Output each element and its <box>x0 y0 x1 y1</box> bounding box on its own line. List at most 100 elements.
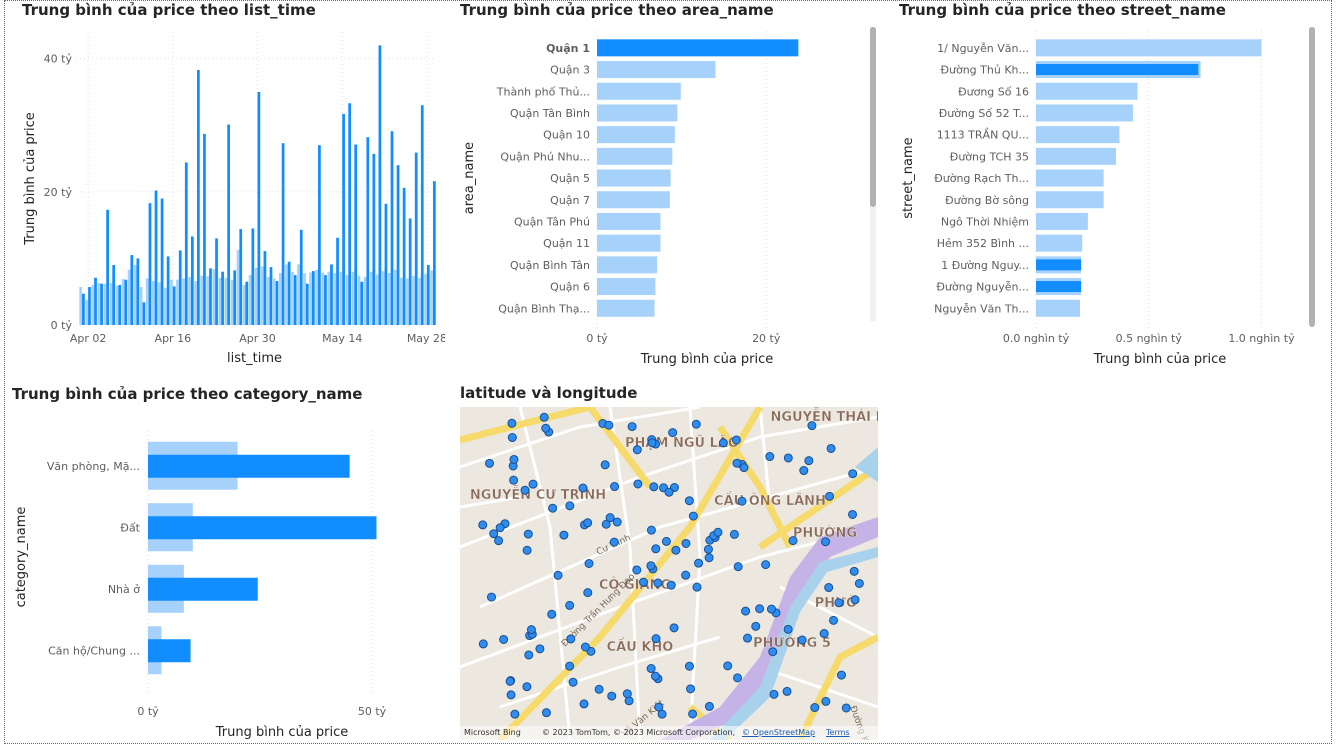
bar-series-light[interactable] <box>212 269 216 325</box>
bar-series-dark[interactable] <box>233 270 237 325</box>
bar-series-dark[interactable] <box>172 286 176 325</box>
bar[interactable] <box>597 212 661 230</box>
bar-series-dark[interactable] <box>336 237 339 325</box>
bar-series-light[interactable] <box>224 277 228 325</box>
map-point[interactable] <box>653 578 663 588</box>
map-point[interactable] <box>850 595 860 605</box>
map-point[interactable] <box>566 634 576 644</box>
bar[interactable] <box>1036 169 1104 187</box>
bar-series-dark[interactable] <box>433 181 436 325</box>
map-point[interactable] <box>718 438 728 448</box>
map-point[interactable] <box>612 517 622 527</box>
map-point[interactable] <box>692 582 702 592</box>
bar-series-light[interactable] <box>412 275 415 325</box>
map-point[interactable] <box>649 482 659 492</box>
bar-series-light[interactable] <box>200 275 204 325</box>
map-point[interactable] <box>506 690 516 700</box>
map-point[interactable] <box>528 479 538 489</box>
map-point[interactable] <box>622 689 632 699</box>
bar-series-light[interactable] <box>115 285 119 325</box>
bar-series-dark[interactable] <box>100 283 103 325</box>
bar-series-light[interactable] <box>109 283 113 325</box>
bar-series-light[interactable] <box>133 265 137 325</box>
map-point[interactable] <box>547 609 557 619</box>
bar-series-dark[interactable] <box>197 69 200 325</box>
bar-series-dark[interactable] <box>142 302 146 325</box>
map-point[interactable] <box>834 598 844 608</box>
map-point[interactable] <box>553 570 563 580</box>
bar-series-dark[interactable] <box>318 145 321 325</box>
map-point[interactable] <box>485 458 495 468</box>
bar[interactable] <box>1036 234 1083 252</box>
bar-series-dark[interactable] <box>263 251 267 325</box>
map-point[interactable] <box>650 671 660 681</box>
category-name-chart[interactable]: 0 tỷ 50 tỷ Văn phòng, Mặ... Đất Nhà ở Căn hộ/… <box>0 405 440 745</box>
map-point[interactable] <box>782 686 792 696</box>
bar-series-dark[interactable] <box>190 236 194 325</box>
bar-series-light[interactable] <box>85 299 89 325</box>
map-point[interactable] <box>797 635 807 645</box>
bar-series-dark[interactable] <box>148 454 350 478</box>
map-point[interactable] <box>524 650 534 660</box>
bar-series-light[interactable] <box>97 283 101 325</box>
map-point[interactable] <box>605 513 615 523</box>
map-point[interactable] <box>489 529 499 539</box>
map-point[interactable] <box>713 527 723 537</box>
map-point[interactable] <box>694 558 704 568</box>
bar-series-dark[interactable] <box>130 255 134 325</box>
map-point[interactable] <box>579 699 589 709</box>
map-point[interactable] <box>594 684 604 694</box>
map-point[interactable] <box>755 604 765 614</box>
map-point[interactable] <box>828 615 838 625</box>
bar-series-dark[interactable] <box>82 293 85 325</box>
map-point[interactable] <box>509 454 519 464</box>
bar-series-dark[interactable] <box>408 218 412 325</box>
map-point[interactable] <box>768 647 778 657</box>
map-point[interactable] <box>607 691 617 701</box>
map-point[interactable] <box>632 565 642 575</box>
bar-series-light[interactable] <box>406 278 409 325</box>
bar-series-light[interactable] <box>418 277 421 325</box>
bar-series-light[interactable] <box>291 271 294 325</box>
map-point[interactable] <box>651 544 661 554</box>
map-point[interactable] <box>535 644 545 654</box>
map-point[interactable] <box>733 673 743 683</box>
bar-series-light[interactable] <box>345 275 349 325</box>
bar-series-dark[interactable] <box>366 137 370 325</box>
bar-series-light[interactable] <box>369 271 373 325</box>
bar-series-dark[interactable] <box>154 190 158 325</box>
map-point[interactable] <box>505 676 515 686</box>
map-point[interactable] <box>499 634 509 644</box>
map-point[interactable] <box>580 642 590 652</box>
bar-series-dark[interactable] <box>136 258 140 325</box>
bar-series-light[interactable] <box>387 273 391 325</box>
map-point[interactable] <box>522 682 532 692</box>
bar-series-dark[interactable] <box>384 203 388 325</box>
bar-series-light[interactable] <box>327 271 331 325</box>
bar-series-light[interactable] <box>182 278 185 325</box>
map-point[interactable] <box>627 422 637 432</box>
map-point[interactable] <box>788 536 798 546</box>
bar-series-light[interactable] <box>176 279 179 325</box>
bar-highlight[interactable] <box>1036 259 1082 271</box>
map-point[interactable] <box>647 438 657 448</box>
bar-series-dark[interactable] <box>227 124 230 325</box>
map-point[interactable] <box>507 418 517 428</box>
bar-series-dark[interactable] <box>221 271 224 325</box>
bar-series-dark[interactable] <box>88 287 91 325</box>
bar-series-light[interactable] <box>230 279 234 325</box>
map-point[interactable] <box>807 421 817 431</box>
map-point[interactable] <box>584 558 594 568</box>
map-point[interactable] <box>639 577 649 587</box>
bar-series-light[interactable] <box>236 249 240 325</box>
bar-series-light[interactable] <box>103 283 107 325</box>
map-point[interactable] <box>509 475 519 485</box>
bar-series-light[interactable] <box>151 281 155 325</box>
bar-series-dark[interactable] <box>360 281 364 325</box>
map-point[interactable] <box>548 503 558 513</box>
bar-series-dark[interactable] <box>203 133 206 325</box>
bar[interactable] <box>597 299 655 317</box>
bar-series-dark[interactable] <box>257 91 261 325</box>
map-point[interactable] <box>704 701 714 711</box>
bar-series-light[interactable] <box>157 282 161 325</box>
